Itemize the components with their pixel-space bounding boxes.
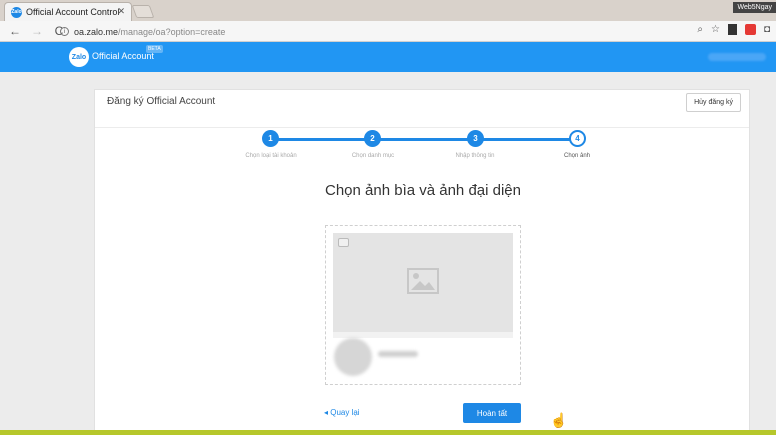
url-host: oa.zalo.me: [74, 26, 119, 37]
card-header: Đăng ký Official Account Hủy đăng ký: [95, 90, 749, 128]
site-info-icon[interactable]: i: [60, 27, 69, 36]
record-extension-icon[interactable]: [744, 24, 756, 35]
section-heading: Chọn ảnh bìa và ảnh đại diện: [325, 182, 521, 199]
forward-icon[interactable]: →: [30, 24, 44, 38]
browser-tab-bar: Zalo Official Account Control ✕ Web5Ngay: [0, 0, 776, 21]
step-2-label: Chọn danh mục: [351, 153, 395, 159]
avatar-upload[interactable]: [334, 338, 372, 376]
account-menu[interactable]: [708, 53, 766, 61]
browser-tools: ⌕ ☆ ◘: [697, 24, 770, 35]
registration-card: Đăng ký Official Account Hủy đăng ký 1 2…: [94, 89, 750, 435]
camera-extension-icon[interactable]: ◘: [764, 24, 770, 35]
bookmark-star-icon[interactable]: ☆: [711, 24, 720, 35]
step-connector: [476, 138, 576, 141]
account-name: [378, 351, 418, 357]
address-bar[interactable]: i oa.zalo.me/manage/oa?option=create: [60, 24, 676, 39]
zoom-icon[interactable]: ⌕: [697, 24, 703, 35]
site-header: Zalo Official Account BETA: [0, 42, 776, 72]
cancel-registration-button[interactable]: Hủy đăng ký: [686, 93, 741, 112]
profile-preview: [325, 225, 521, 385]
image-icon: [407, 268, 439, 294]
cover-footer: [333, 332, 513, 338]
zalo-favicon-icon: Zalo: [11, 6, 22, 18]
new-tab-button[interactable]: [131, 5, 155, 18]
tab-title: Official Account Control: [26, 7, 120, 17]
step-3-indicator: 3: [467, 130, 484, 147]
finish-button[interactable]: Hoàn tất: [463, 403, 521, 423]
url-path: /manage/oa?option=create: [118, 26, 226, 37]
browser-tab[interactable]: Zalo Official Account Control ✕: [4, 2, 132, 21]
step-connector: [272, 138, 372, 141]
back-link[interactable]: ◂ Quay lại: [324, 408, 360, 417]
step-2-indicator: 2: [364, 130, 381, 147]
camera-icon[interactable]: [338, 238, 349, 247]
page-title: Đăng ký Official Account: [107, 96, 216, 107]
close-tab-icon[interactable]: ✕: [117, 6, 125, 17]
page-body: Đăng ký Official Account Hủy đăng ký 1 2…: [0, 72, 776, 435]
extension-icon[interactable]: [727, 24, 737, 35]
step-4-indicator: 4: [569, 130, 586, 147]
brand-name[interactable]: Official Account: [92, 51, 154, 61]
step-3-label: Nhập thông tin: [455, 153, 495, 159]
step-4-label: Chọn ảnh: [563, 153, 591, 159]
back-icon[interactable]: ←: [8, 24, 22, 38]
cover-photo-upload[interactable]: [333, 233, 513, 332]
beta-badge: BETA: [146, 45, 163, 53]
window-label: Web5Ngay: [733, 2, 776, 13]
step-connector: [372, 138, 476, 141]
step-1-label: Chọn loại tài khoản: [245, 153, 297, 159]
stepper: 1 2 3 4 Chọn loại tài khoản Chọn danh mụ…: [242, 128, 662, 168]
step-1-indicator: 1: [262, 130, 279, 147]
taskbar-strip: [0, 430, 776, 435]
browser-toolbar: ← → C i oa.zalo.me/manage/oa?option=crea…: [0, 21, 776, 42]
hand-cursor-icon: ☝: [550, 412, 568, 428]
zalo-logo-icon[interactable]: Zalo: [69, 47, 89, 67]
